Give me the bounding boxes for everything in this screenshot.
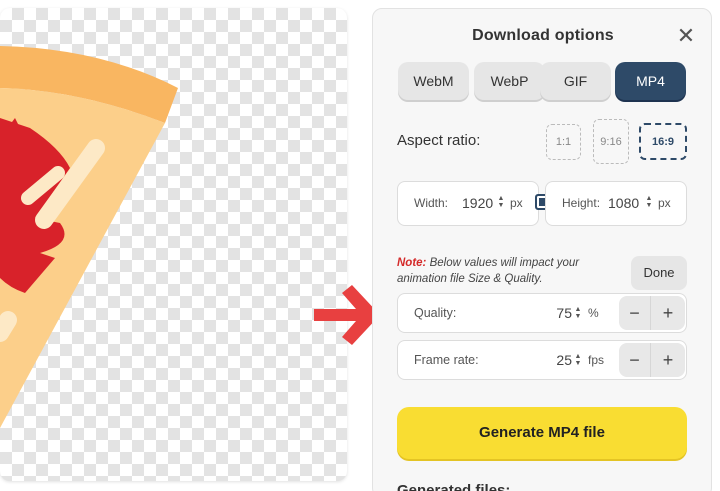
height-field[interactable]: Height: 1080 ▲ ▼ px: [545, 181, 687, 226]
done-button[interactable]: Done: [631, 256, 687, 290]
frame-rate-value[interactable]: 25: [548, 352, 572, 368]
frame-rate-spinner-icon[interactable]: ▲ ▼: [574, 353, 582, 367]
download-options-panel: Download options ✕ WebM WebP GIF MP4 Asp…: [372, 8, 712, 491]
frame-rate-decrease-button[interactable]: −: [619, 343, 651, 377]
quality-stepper: − +: [619, 296, 685, 330]
generate-file-button[interactable]: Generate MP4 file: [397, 407, 687, 459]
height-value[interactable]: 1080: [608, 195, 639, 211]
generated-files-heading: Generated files:: [397, 482, 511, 491]
format-webp-button[interactable]: WebP: [474, 62, 545, 100]
format-mp4-button[interactable]: MP4: [615, 62, 686, 100]
quality-value[interactable]: 75: [548, 305, 572, 321]
quality-row: Quality: 75 ▲ ▼ % − +: [397, 293, 687, 333]
ratio-16-9-button[interactable]: 16:9: [639, 123, 687, 160]
note-text: Note: Below values will impact your anim…: [397, 255, 627, 287]
frame-rate-stepper: − +: [619, 343, 685, 377]
width-spinner-icon[interactable]: ▲ ▼: [497, 195, 505, 209]
quality-decrease-button[interactable]: −: [619, 296, 651, 330]
height-unit: px: [658, 196, 671, 210]
app-root: Download options ✕ WebM WebP GIF MP4 Asp…: [0, 0, 720, 491]
format-webm-button[interactable]: WebM: [398, 62, 469, 100]
frame-rate-row: Frame rate: 25 ▲ ▼ fps − +: [397, 340, 687, 380]
width-field[interactable]: Width: 1920 ▲ ▼ px: [397, 181, 539, 226]
height-label: Height:: [562, 196, 601, 210]
pizza-slice-image: [0, 46, 178, 428]
width-unit: px: [510, 196, 523, 210]
frame-rate-unit: fps: [588, 353, 605, 367]
width-label: Width:: [414, 196, 449, 210]
note-prefix: Note:: [397, 257, 427, 269]
frame-rate-label: Frame rate:: [414, 353, 479, 367]
format-gif-button[interactable]: GIF: [540, 62, 611, 100]
width-value[interactable]: 1920: [462, 195, 493, 211]
quality-unit: %: [588, 306, 599, 320]
ratio-9-16-button[interactable]: 9:16: [593, 119, 629, 164]
aspect-ratio-label: Aspect ratio:: [397, 132, 481, 149]
frame-rate-increase-button[interactable]: +: [652, 343, 684, 377]
height-spinner-icon[interactable]: ▲ ▼: [645, 195, 653, 209]
quality-spinner-icon[interactable]: ▲ ▼: [574, 306, 582, 320]
quality-label: Quality:: [414, 306, 457, 320]
animation-preview: [0, 8, 347, 481]
ratio-1-1-button[interactable]: 1:1: [546, 124, 581, 160]
close-icon[interactable]: ✕: [675, 25, 697, 47]
quality-increase-button[interactable]: +: [652, 296, 684, 330]
panel-title: Download options: [472, 27, 614, 44]
